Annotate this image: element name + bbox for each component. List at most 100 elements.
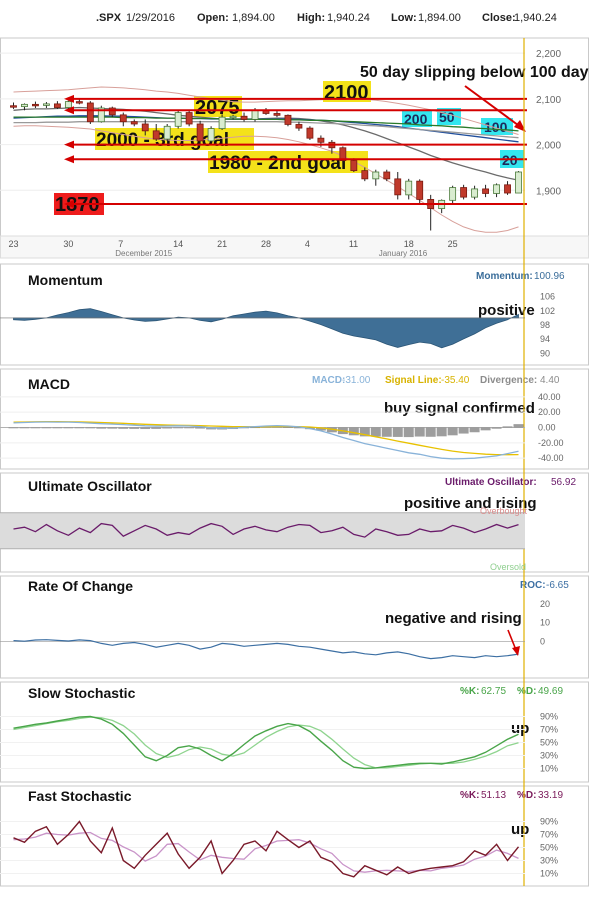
label-100: 100 xyxy=(484,119,508,135)
candle-down xyxy=(416,180,424,200)
svg-text:.SPX: .SPX xyxy=(96,12,122,24)
macd-tick-label: 40.00 xyxy=(538,392,561,402)
month-label: December 2015 xyxy=(115,249,172,258)
candle-up xyxy=(251,109,259,120)
macd-divergence-bar xyxy=(458,427,469,434)
level-arrowhead xyxy=(64,140,74,149)
candle-down xyxy=(119,114,127,123)
label-50: 50 xyxy=(439,109,455,125)
fast-d-label: %D: xyxy=(517,790,536,801)
candle-down xyxy=(482,188,489,194)
roc-reading: -6.65 xyxy=(546,580,569,591)
candle-up xyxy=(43,103,50,106)
date-tick-label: 11 xyxy=(349,239,358,249)
candle-down xyxy=(152,130,160,140)
macd-divergence-bar xyxy=(447,427,458,436)
slow-stoch-tick-label: 50% xyxy=(540,738,558,748)
date-axis-strip xyxy=(0,235,589,259)
candle-up xyxy=(405,180,413,196)
candle-up xyxy=(372,171,380,180)
candle-down xyxy=(306,127,314,139)
fast-k-label: %K: xyxy=(460,790,479,801)
momentum-annotation: positive xyxy=(478,302,535,319)
macd-divergence-bar xyxy=(436,427,447,437)
candle-down xyxy=(141,123,149,132)
fast-d-reading: 33.19 xyxy=(538,790,563,801)
ultimate-oscillator-reading-label: Ultimate Oscillator: xyxy=(445,477,537,488)
divergence-reading: 4.40 xyxy=(540,375,560,386)
oversold-label: Oversold xyxy=(490,562,526,572)
level-arrowhead xyxy=(64,155,74,164)
momentum-area xyxy=(13,308,519,349)
candle-up xyxy=(64,101,72,108)
date: 1/29/2016 xyxy=(126,12,175,24)
macd-divergence-bar xyxy=(513,424,524,428)
date-tick-label: 7 xyxy=(118,239,123,249)
close-label: Close: xyxy=(482,12,516,24)
momentum-tick-label: 98 xyxy=(540,320,550,330)
date-tick-label: 18 xyxy=(404,239,414,249)
low-value: 1,894.00 xyxy=(418,12,461,24)
signal-line-reading: -35.40 xyxy=(441,375,470,386)
macd-tick-label: 0.00 xyxy=(538,423,556,433)
label-1980-2nd-goal: 1980 - 2nd goal xyxy=(209,153,346,174)
roc-line xyxy=(13,639,519,660)
fast-stochastic-title: Fast Stochastic xyxy=(28,788,132,804)
fast-stoch-tick-label: 30% xyxy=(540,856,558,866)
macd-divergence-bar xyxy=(425,427,436,437)
candle-up xyxy=(515,171,522,194)
candle-up xyxy=(174,112,182,127)
momentum-title: Momentum xyxy=(28,272,103,288)
candle-down xyxy=(460,187,468,198)
ultimate-oscillator-reading: 56.92 xyxy=(551,477,576,488)
momentum-reading: 100.96 xyxy=(534,271,565,282)
slow-stoch-tick-label: 90% xyxy=(540,712,558,722)
macd-divergence-bar xyxy=(414,427,425,437)
rate-of-change-title: Rate Of Change xyxy=(28,578,133,594)
ultimate-oscillator-title: Ultimate Oscillator xyxy=(28,478,152,494)
date-tick-label: 21 xyxy=(217,239,227,249)
candle-up xyxy=(21,103,28,108)
candle-down xyxy=(295,124,303,129)
overbought-label: Overbought xyxy=(480,506,528,516)
candle-up xyxy=(218,116,226,129)
macd-tick-label: -40.00 xyxy=(538,453,564,463)
candle-up xyxy=(493,184,500,194)
roc-arrow xyxy=(507,629,517,651)
technical-chart: .SPX 1/29/2016 Open: 1,894.00 High: 1,94… xyxy=(0,12,589,887)
candle-down xyxy=(75,101,83,104)
candle-up xyxy=(449,187,457,201)
macd-divergence-bar xyxy=(348,427,359,436)
slow-k-label: %K: xyxy=(460,686,479,697)
fast-stoch-tick-label: 90% xyxy=(540,817,558,827)
slow-stoch-tick-label: 10% xyxy=(540,764,558,774)
macd-annotation: buy signal confirmed xyxy=(384,400,535,417)
roc-tick-label: 0 xyxy=(540,637,545,647)
price-tick-label: 2,200 xyxy=(536,49,561,60)
candle-down xyxy=(273,113,281,116)
macd-divergence-bar xyxy=(469,427,480,433)
candle-up xyxy=(163,125,171,140)
price-tick-label: 1,900 xyxy=(536,186,561,197)
momentum-tick-label: 106 xyxy=(540,292,555,302)
symbol: .SPX xyxy=(96,12,122,24)
macd-divergence-bar xyxy=(370,427,381,437)
candle-down xyxy=(130,121,138,125)
fast-stochastic-annotation: up xyxy=(511,821,529,838)
macd-divergence-bar xyxy=(403,427,414,438)
price-tick-label: 2,100 xyxy=(536,95,561,106)
candle-down xyxy=(317,137,325,143)
candle-down xyxy=(383,171,391,180)
candle-down xyxy=(196,123,204,142)
date-tick-label: 25 xyxy=(448,239,458,249)
candle-down xyxy=(394,178,402,196)
candle-up xyxy=(471,188,479,198)
divergence-reading-label: Divergence: xyxy=(480,375,537,386)
slow-d-reading: 49.69 xyxy=(538,686,563,697)
macd-title: MACD xyxy=(28,376,70,392)
fast-stoch-tick-label: 70% xyxy=(540,830,558,840)
signal-line-reading-label: Signal Line: xyxy=(385,375,442,386)
low-label: Low: xyxy=(391,12,417,24)
roc-tick-label: 20 xyxy=(540,599,550,609)
header: .SPX 1/29/2016 Open: 1,894.00 High: 1,94… xyxy=(96,12,557,24)
